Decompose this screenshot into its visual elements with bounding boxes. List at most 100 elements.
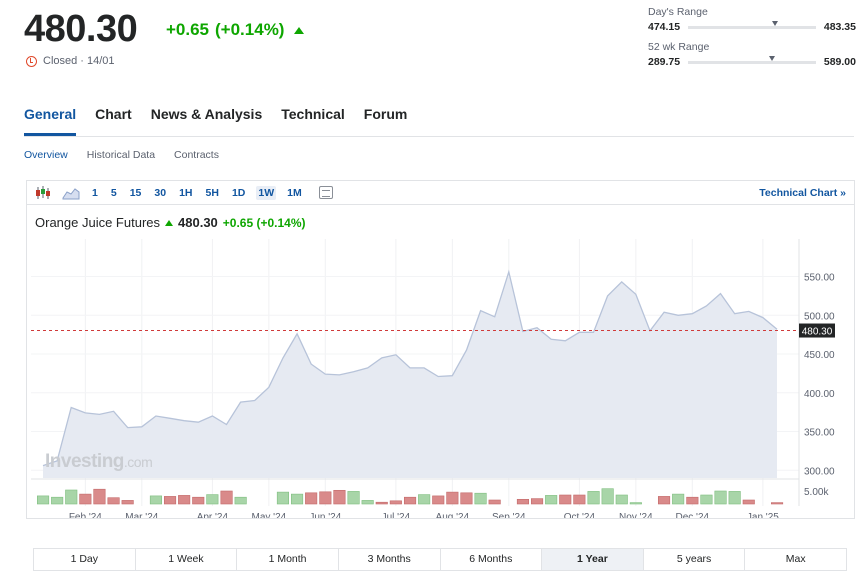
period-1-month[interactable]: 1 Month [237,549,339,570]
wk52-range-bar [688,55,816,64]
volume-bar [714,490,727,505]
volume-bar [700,494,713,505]
x-tick-label: Dec '24 [676,512,710,518]
days-range: Day's Range 474.15 483.35 [648,6,856,33]
period-max[interactable]: Max [745,549,846,570]
volume-bar [276,491,289,505]
market-status: Closed · 14/01 [26,55,115,67]
period-5-years[interactable]: 5 years [644,549,746,570]
volume-bar [770,502,784,505]
wk52-range: 52 wk Range 289.75 589.00 [648,41,856,68]
volume-bar [418,494,431,505]
last-price: 480.30 [24,8,138,50]
volume-bar [93,488,106,505]
clock-icon [26,55,37,67]
last-price-label: 480.30 [802,327,833,338]
volume-axis-label: 5.00k [804,487,829,498]
sub-tabs: Overview Historical Data Contracts [24,149,219,161]
y-tick-label: 450.00 [804,350,835,361]
volume-bar [545,495,558,505]
volume-bar [587,491,600,505]
days-range-label: Day's Range [648,6,708,18]
volume-bar [389,500,402,505]
price-area [43,271,777,478]
period-3-months[interactable]: 3 Months [339,549,441,570]
x-tick-label: Jul '24 [382,512,411,518]
volume-bar [305,492,318,505]
volume-bar [333,489,346,505]
wk52-range-low: 289.75 [648,56,681,68]
volume-bar [615,494,628,505]
watermark-brand: Investing [45,451,124,472]
volume-bar [37,495,50,505]
volume-bar [742,499,755,505]
up-arrow-icon [294,26,305,34]
volume-bar [206,494,219,505]
volume-bar [347,491,360,505]
change-value: +0.65 [166,20,210,39]
x-tick-label: Feb '24 [69,512,102,518]
subtab-overview[interactable]: Overview [24,149,68,161]
volume-bar [516,498,530,505]
wk52-range-marker [768,55,775,61]
volume-bar [164,496,177,505]
volume-bar [657,496,671,505]
volume-bar [361,500,374,505]
volume-bar [121,500,134,505]
period-selector: 1 Day 1 Week 1 Month 3 Months 6 Months 1 Year… [33,548,847,571]
period-1-year[interactable]: 1 Year [542,549,644,570]
days-range-marker [772,20,779,26]
x-tick-label: Oct '24 [564,512,596,518]
x-tick-label: Apr '24 [197,512,229,518]
volume-bar [65,489,78,505]
x-tick-label: Sep '24 [492,512,526,518]
days-range-bar [688,20,816,29]
volume-bar [79,493,92,505]
volume-bar [488,499,501,505]
watermark-suffix: .com [123,454,153,470]
x-tick-label: Jun '24 [309,512,341,518]
y-tick-label: 400.00 [804,389,835,400]
subtab-historical-data[interactable]: Historical Data [87,149,155,161]
y-tick-label: 350.00 [804,428,835,439]
volume-bar [728,491,741,505]
days-range-high: 483.35 [823,21,856,33]
volume-bar [290,493,304,505]
period-6-months[interactable]: 6 Months [441,549,543,570]
volume-bar [178,495,191,505]
volume-bar [403,496,417,505]
tab-chart[interactable]: Chart [95,106,132,136]
volume-bar [601,488,614,505]
volume-bar [559,494,572,505]
tab-general[interactable]: General [24,106,77,136]
investing-watermark: Investing.com [45,451,153,473]
tab-technical[interactable]: Technical [281,106,345,136]
volume-bar [446,491,459,505]
days-range-low: 474.15 [648,21,681,33]
volume-bar [107,497,120,505]
volume-bar [686,496,699,505]
volume-bar [192,496,205,505]
x-tick-label: Mar '24 [125,512,158,518]
volume-bar [629,502,642,505]
volume-bar [319,491,332,505]
period-1-day[interactable]: 1 Day [34,549,136,570]
volume-bar [234,496,247,505]
volume-bar [474,492,487,505]
tab-forum[interactable]: Forum [364,106,408,136]
chart-widget: 1 5 15 30 1H 5H 1D 1W 1M Technical Chart » Orang… [26,180,855,519]
subtab-contracts[interactable]: Contracts [174,149,219,161]
volume-bar [573,494,586,505]
y-tick-label: 300.00 [804,466,835,477]
wk52-range-high: 589.00 [823,56,856,68]
y-tick-label: 550.00 [804,273,835,284]
tab-news-analysis[interactable]: News & Analysis [151,106,263,136]
x-tick-label: Nov '24 [619,512,653,518]
change-percent: (+0.14%) [215,20,285,39]
volume-bar [375,501,388,505]
volume-bar [220,490,233,505]
x-tick-label: Jan '25 [747,512,779,518]
volume-bar [530,498,544,505]
period-1-week[interactable]: 1 Week [136,549,238,570]
status-text: Closed · 14/01 [43,55,115,67]
